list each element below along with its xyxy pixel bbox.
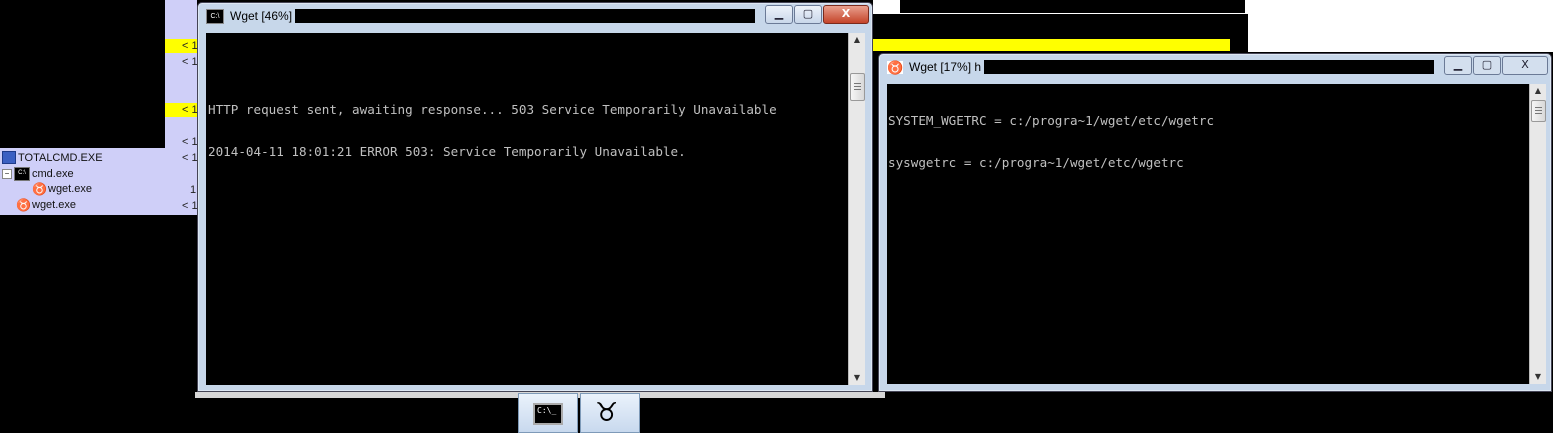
- cpu-value: < 1: [182, 104, 198, 116]
- process-name: TOTALCMD.EXE: [18, 151, 103, 164]
- redacted-region: [984, 60, 1435, 74]
- wget-console-window-1[interactable]: C:\ Wget [46%] ▁ ▢ X HTTP request sent, …: [197, 2, 873, 392]
- minimize-button[interactable]: ▁: [765, 5, 793, 24]
- scroll-up-button[interactable]: ▲: [1530, 84, 1546, 98]
- scroll-thumb[interactable]: [850, 73, 865, 101]
- cpu-value: < 1: [182, 56, 198, 68]
- gnu-icon: ♉: [32, 182, 47, 196]
- process-row-totalcmd[interactable]: TOTALCMD.EXE: [2, 151, 103, 164]
- process-row-wget[interactable]: ♉ wget.exe: [32, 183, 92, 195]
- minimize-button[interactable]: ▁: [1444, 56, 1472, 75]
- close-button[interactable]: X: [1502, 56, 1548, 75]
- gnu-icon: ♉: [16, 198, 31, 212]
- console-output[interactable]: HTTP request sent, awaiting response... …: [206, 33, 848, 385]
- cpu-value: < 1: [182, 200, 198, 212]
- console-line: SYSTEM_WGETRC = c:/progra~1/wget/etc/wge…: [888, 113, 1215, 128]
- background-window-edge: [1248, 0, 1553, 52]
- console-line: syswgetrc = c:/progra~1/wget/etc/wgetrc: [888, 155, 1184, 170]
- cpu-value: < 1: [182, 40, 198, 52]
- maximize-button[interactable]: ▢: [1473, 56, 1501, 75]
- collapse-icon[interactable]: −: [2, 169, 12, 179]
- scroll-thumb[interactable]: [1531, 100, 1546, 122]
- console-line: 2014-04-11 18:01:21 ERROR 503: Service T…: [208, 144, 686, 159]
- cpu-value: < 1: [182, 136, 198, 148]
- console-icon: C:\: [206, 8, 224, 24]
- process-row-cmd[interactable]: − C:\ cmd.exe: [2, 167, 74, 181]
- process-name: cmd.exe: [32, 168, 74, 180]
- vertical-scrollbar[interactable]: ▲ ▼: [848, 33, 865, 385]
- window-controls: ▁ ▢ X: [765, 5, 869, 24]
- cpu-value: < 1: [182, 152, 198, 164]
- scroll-down-button[interactable]: ▼: [849, 371, 865, 385]
- taskbar-button-wget[interactable]: ♉: [580, 393, 640, 433]
- redacted-region: [295, 9, 756, 23]
- console-line: HTTP request sent, awaiting response... …: [208, 102, 777, 117]
- redacted-region: [900, 0, 1245, 13]
- background-black-area: [195, 392, 1553, 433]
- process-name: wget.exe: [48, 183, 93, 195]
- wget-console-window-2[interactable]: ♉ Wget [17%] h ▁ ▢ X SYSTEM_WGETRC = c:/…: [878, 53, 1552, 392]
- taskbar-button-cmd[interactable]: C:\_: [518, 393, 578, 433]
- gnu-icon: ♉: [887, 59, 904, 75]
- scroll-up-button[interactable]: ▲: [849, 33, 865, 47]
- gnu-icon: ♉: [595, 398, 619, 428]
- console-output[interactable]: SYSTEM_WGETRC = c:/progra~1/wget/etc/wge…: [887, 84, 1529, 384]
- process-name: wget.exe: [32, 199, 77, 211]
- highlighted-row: [873, 39, 1230, 51]
- window-title: Wget [17%] h: [909, 60, 982, 74]
- scroll-down-button[interactable]: ▼: [1530, 370, 1546, 384]
- window-title: Wget [46%]: [230, 9, 293, 23]
- maximize-button[interactable]: ▢: [794, 5, 822, 24]
- cmd-icon: C:\: [14, 167, 30, 181]
- close-button[interactable]: X: [823, 5, 869, 24]
- window-controls: ▁ ▢ X: [1444, 56, 1548, 75]
- floppy-icon: [2, 151, 16, 164]
- process-row-wget[interactable]: ♉ wget.exe: [16, 199, 76, 211]
- cpu-value: 1: [190, 184, 197, 196]
- cmd-icon: C:\_: [533, 403, 563, 425]
- vertical-scrollbar[interactable]: ▲ ▼: [1529, 84, 1546, 384]
